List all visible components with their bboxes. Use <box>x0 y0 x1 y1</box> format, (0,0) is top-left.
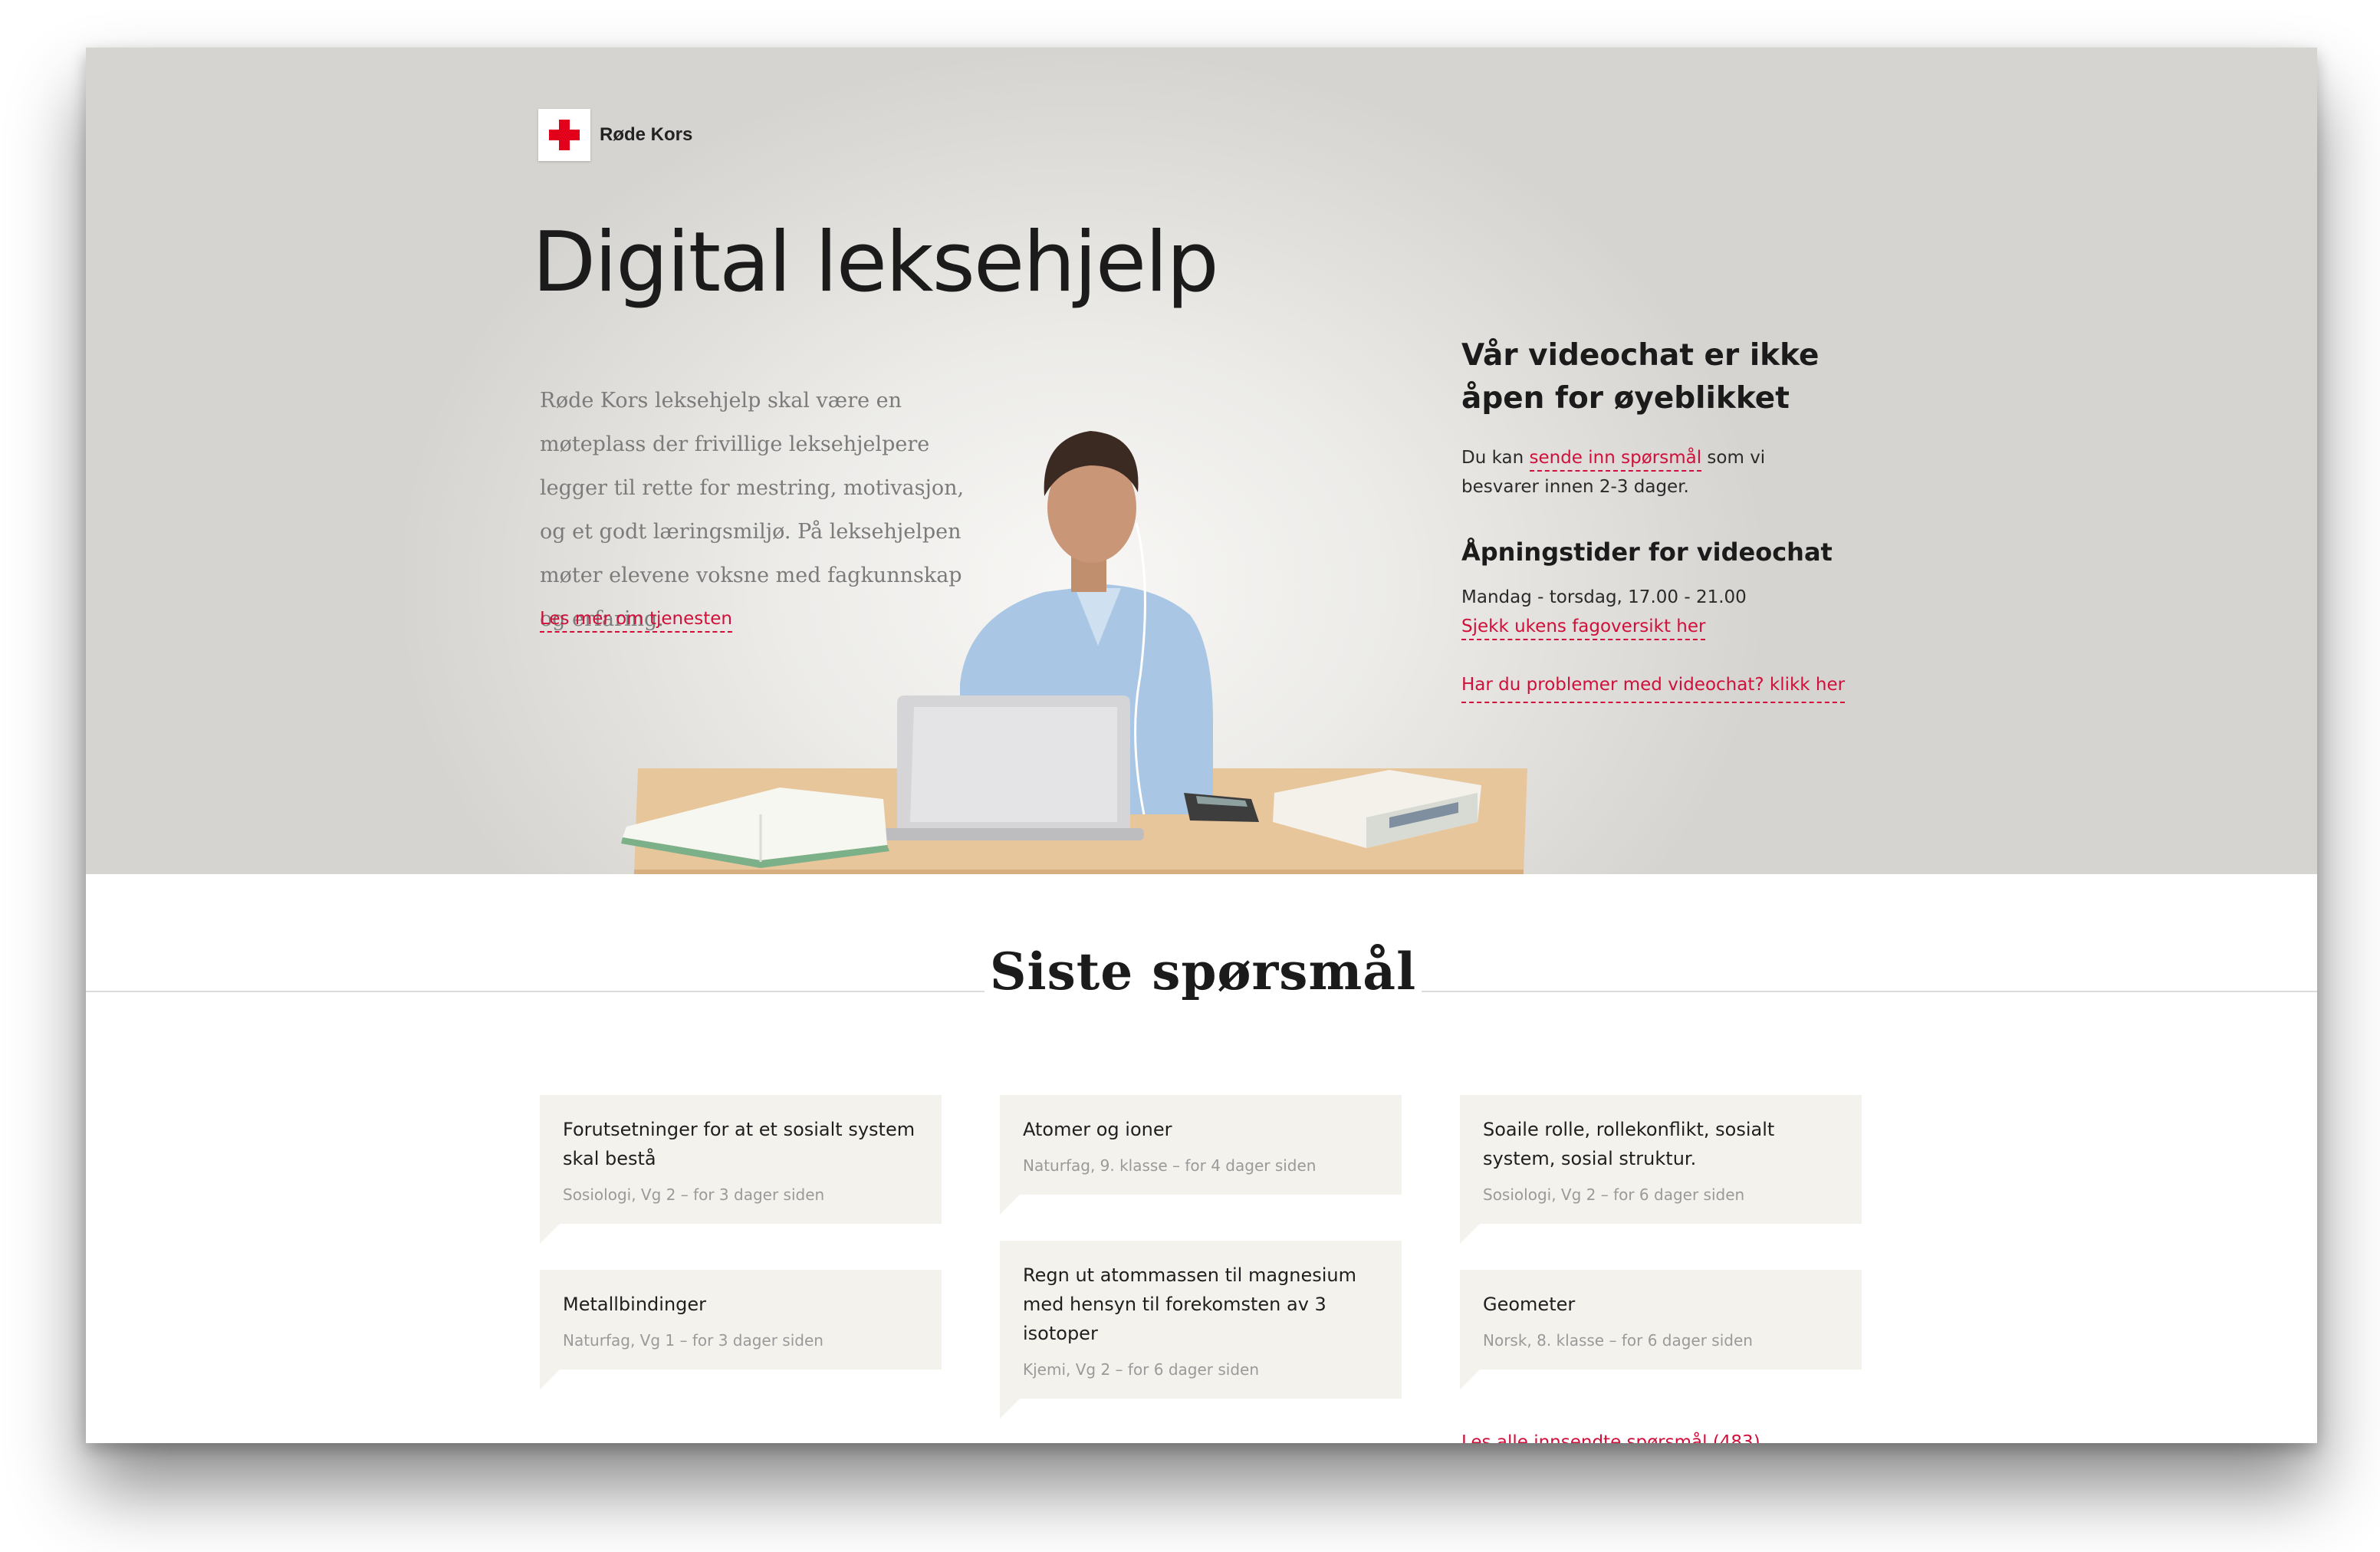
brand-name: Røde Kors <box>600 124 693 145</box>
question-meta: Naturfag, Vg 1 – for 3 dager siden <box>563 1331 823 1350</box>
send-question-link[interactable]: sende inn spørsmål <box>1529 448 1702 472</box>
page-title: Digital leksehjelp <box>532 215 1219 311</box>
opening-hours-text: Mandag - torsdag, 17.00 - 21.00 <box>1461 587 1747 607</box>
all-questions-link[interactable]: Les alle innsendte spørsmål (483) <box>1461 1432 1760 1443</box>
question-title: Forutsetninger for at et sosialt system … <box>563 1119 916 1169</box>
read-more-link[interactable]: Les mer om tjenesten <box>540 609 732 633</box>
question-title: Geometer <box>1483 1294 1576 1315</box>
videochat-closed-text: Du kan sende inn spørsmål som vi besvare… <box>1461 448 1766 497</box>
questions-grid: Forutsetninger for at et sosialt system … <box>540 1095 1862 1419</box>
question-meta: Kjemi, Vg 2 – for 6 dager siden <box>1023 1360 1260 1379</box>
hero-intro-text: Røde Kors leksehjelp skal være en møtepl… <box>540 389 965 631</box>
questions-column: Forutsetninger for at et sosialt system … <box>540 1095 942 1399</box>
questions-column: Soaile rolle, rollekonflikt, sosialt sys… <box>1460 1095 1862 1399</box>
question-meta: Sosiologi, Vg 2 – for 6 dager siden <box>1483 1185 1745 1204</box>
videochat-closed-heading: Vår videochat er ikke åpen for øyeblikke… <box>1461 338 1820 416</box>
hero-section: Røde Kors Digital leksehjelp Røde Kors l… <box>86 48 2317 874</box>
all-questions-wrapper: Les alle innsendte spørsmål (483) <box>1461 1432 1760 1443</box>
question-meta: Naturfag, 9. klasse – for 4 dager siden <box>1023 1156 1317 1175</box>
browser-window: Røde Kors Digital leksehjelp Røde Kors l… <box>86 48 2317 1443</box>
question-meta: Sosiologi, Vg 2 – for 3 dager siden <box>563 1185 825 1204</box>
hero-illustration <box>621 431 1527 874</box>
question-title: Soaile rolle, rollekonflikt, sosialt sys… <box>1483 1119 1775 1169</box>
question-card[interactable]: Forutsetninger for at et sosialt system … <box>540 1095 942 1244</box>
opening-hours-heading: Åpningstider for videochat <box>1461 538 1833 567</box>
brand-logo[interactable]: Røde Kors <box>538 109 692 161</box>
questions-column: Atomer og ioner Naturfag, 9. klasse – fo… <box>1000 1095 1402 1419</box>
read-more-wrapper: Les mer om tjenesten <box>540 609 732 633</box>
question-card[interactable]: Metallbindinger Naturfag, Vg 1 – for 3 d… <box>540 1270 942 1389</box>
question-card[interactable]: Geometer Norsk, 8. klasse – for 6 dager … <box>1460 1270 1862 1389</box>
question-title: Regn ut atommassen til magnesium med hen… <box>1023 1264 1356 1344</box>
question-card[interactable]: Regn ut atommassen til magnesium med hen… <box>1000 1241 1402 1419</box>
question-meta: Norsk, 8. klasse – for 6 dager siden <box>1483 1331 1753 1350</box>
videochat-info: Vår videochat er ikke åpen for øyeblikke… <box>1461 334 1937 703</box>
question-card[interactable]: Soaile rolle, rollekonflikt, sosialt sys… <box>1460 1095 1862 1244</box>
red-cross-icon <box>538 109 590 161</box>
latest-questions-heading: Siste spørsmål <box>985 942 1422 1001</box>
question-title: Metallbindinger <box>563 1294 707 1315</box>
subjects-overview-link[interactable]: Sjekk ukens fagoversikt her <box>1461 617 1706 640</box>
question-card[interactable]: Atomer og ioner Naturfag, 9. klasse – fo… <box>1000 1095 1402 1215</box>
question-title: Atomer og ioner <box>1023 1119 1172 1140</box>
videochat-problem-link[interactable]: Har du problemer med videochat? klikk he… <box>1461 670 1846 703</box>
